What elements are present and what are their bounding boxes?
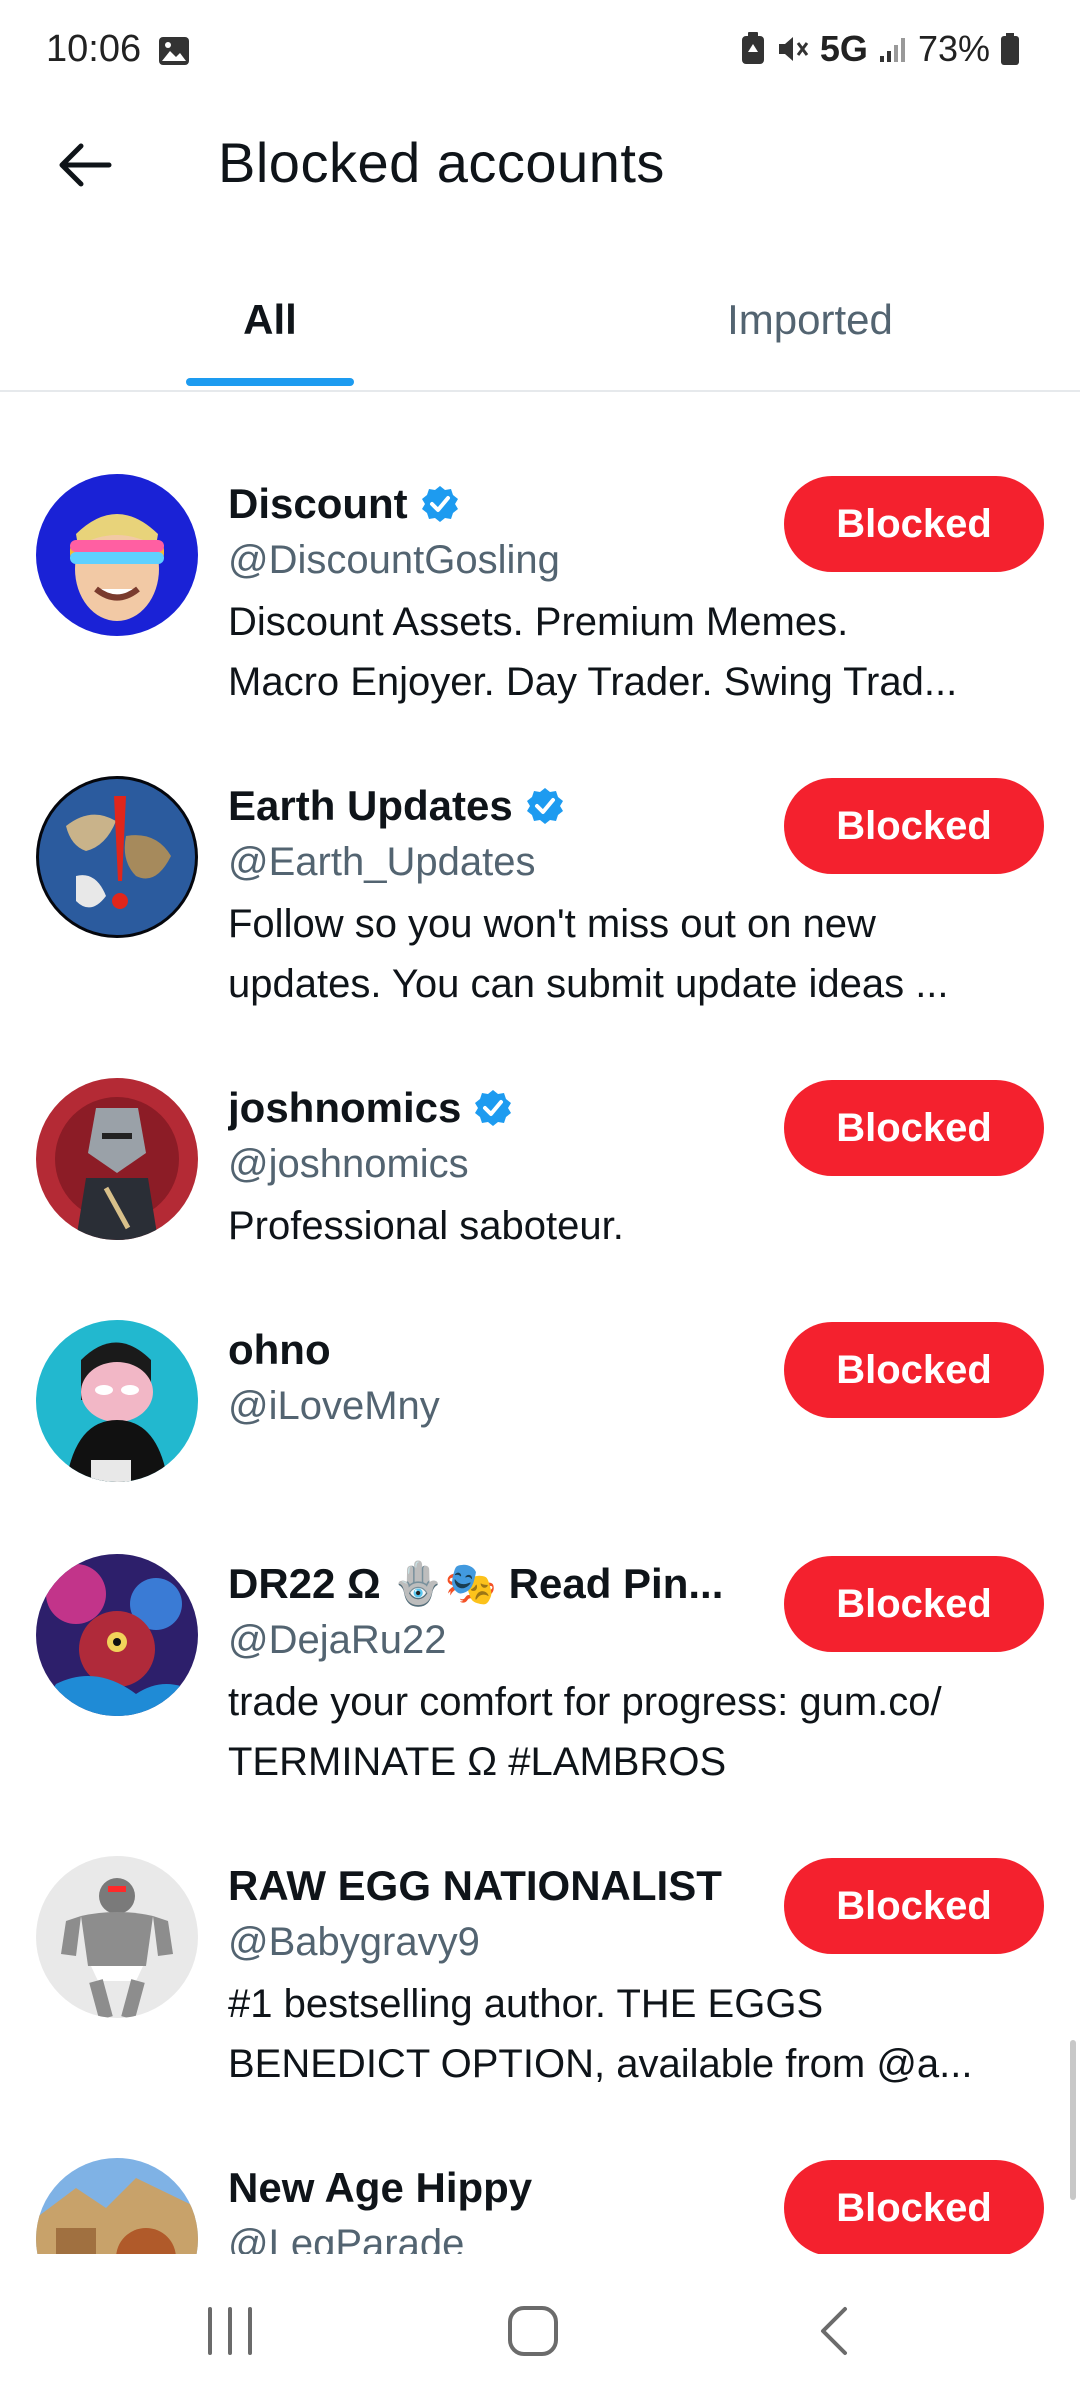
avatar[interactable] <box>36 1554 198 1716</box>
back-button[interactable] <box>40 130 130 200</box>
network-label: 5G <box>819 28 868 69</box>
account-name: New Age Hippy <box>228 2164 533 2211</box>
blocked-button[interactable]: Blocked <box>784 1556 1044 1652</box>
status-time: 10:06 <box>46 28 142 70</box>
mute-icon <box>776 32 810 66</box>
account-name: RAW EGG NATIONALIST <box>228 1862 722 1909</box>
battery-percent: 73% <box>917 28 990 69</box>
bio-line: Professional saboteur. <box>228 1204 624 1248</box>
battery-saver-icon <box>740 32 766 66</box>
avatar[interactable] <box>36 474 198 636</box>
back-icon <box>821 2307 847 2355</box>
battery-icon <box>1000 32 1020 66</box>
avatar[interactable] <box>36 776 198 938</box>
recents-icon <box>208 2307 252 2355</box>
tab-all[interactable]: All <box>0 260 540 390</box>
blocked-button[interactable]: Blocked <box>784 476 1044 572</box>
status-right: 5G 73% <box>740 28 1020 70</box>
bio-line: BENEDICT OPTION, available from @a... <box>228 2042 973 2086</box>
bio-line: Macro Enjoyer. Day Trader. Swing Trad... <box>228 660 958 704</box>
tab-all-label: All <box>243 296 297 343</box>
account-name: joshnomics <box>228 1084 462 1131</box>
recents-button[interactable] <box>170 2286 290 2376</box>
list-item[interactable]: ohno @iLoveMny Blocked <box>0 1280 1080 1482</box>
verified-badge-icon <box>526 788 563 824</box>
scrollbar[interactable] <box>1070 2040 1076 2200</box>
top-app-bar: Blocked accounts <box>0 100 1080 230</box>
avatar[interactable] <box>36 2158 198 2254</box>
tab-bar: All Imported <box>0 260 1080 392</box>
verified-badge-icon <box>475 1090 512 1126</box>
account-name: ohno <box>228 1326 331 1373</box>
tab-imported[interactable]: Imported <box>540 260 1080 390</box>
home-icon <box>508 2306 558 2356</box>
bio-line: Discount Assets. Premium Memes. <box>228 600 849 644</box>
avatar[interactable] <box>36 1856 198 2018</box>
account-bio: #1 bestselling author. THE EGGS BENEDICT… <box>228 1974 1028 2094</box>
blocked-button[interactable]: Blocked <box>784 778 1044 874</box>
bio-line: updates. You can submit update ideas ... <box>228 962 949 1006</box>
account-bio: Discount Assets. Premium Memes. Macro En… <box>228 592 1028 712</box>
bio-line: #1 bestselling author. THE EGGS <box>228 1982 824 2026</box>
account-bio: trade your comfort for progress: gum.co/… <box>228 1672 1028 1792</box>
status-bar: 10:06 5G 73% <box>0 0 1080 100</box>
tab-indicator <box>186 378 354 386</box>
tab-imported-label: Imported <box>727 296 893 343</box>
arrow-left-icon <box>59 143 112 187</box>
system-nav-bar <box>0 2256 1080 2400</box>
list-item[interactable]: New Age Hippy @LegParade Blocked <box>0 2118 1080 2254</box>
avatar[interactable] <box>36 1320 198 1482</box>
blocked-button[interactable]: Blocked <box>784 2160 1044 2254</box>
account-name: Discount <box>228 480 408 527</box>
blocked-button[interactable]: Blocked <box>784 1858 1044 1954</box>
system-back-button[interactable] <box>775 2286 895 2376</box>
account-name: DR22 Ω 🪬🎭 Read Pin... <box>228 1559 724 1607</box>
bio-line: trade your comfort for progress: gum.co/ <box>228 1680 942 1724</box>
bio-line: Follow so you won't miss out on new <box>228 902 876 946</box>
avatar[interactable] <box>36 1078 198 1240</box>
image-icon <box>158 36 190 66</box>
blocked-accounts-list[interactable]: Discount @DiscountGosling Discount Asset… <box>0 394 1080 2254</box>
account-bio: Follow so you won't miss out on new upda… <box>228 894 1028 1014</box>
bio-line: TERMINATE Ω #LAMBROS <box>228 1740 727 1784</box>
page-title: Blocked accounts <box>218 131 665 194</box>
list-item[interactable]: RAW EGG NATIONALIST @Babygravy9 #1 bests… <box>0 1816 1080 2086</box>
list-item[interactable]: DR22 Ω 🪬🎭 Read Pin... @DejaRu22 trade yo… <box>0 1514 1080 1784</box>
list-item[interactable]: Earth Updates @Earth_Updates Follow so y… <box>0 736 1080 1006</box>
blocked-button[interactable]: Blocked <box>784 1322 1044 1418</box>
verified-badge-icon <box>421 486 458 522</box>
account-name: Earth Updates <box>228 782 513 829</box>
blocked-button[interactable]: Blocked <box>784 1080 1044 1176</box>
signal-icon <box>878 34 908 64</box>
account-bio: Professional saboteur. <box>228 1196 1028 1256</box>
list-item[interactable]: Discount @DiscountGosling Discount Asset… <box>0 434 1080 704</box>
list-item[interactable]: joshnomics @joshnomics Professional sabo… <box>0 1038 1080 1248</box>
home-button[interactable] <box>473 2286 593 2376</box>
